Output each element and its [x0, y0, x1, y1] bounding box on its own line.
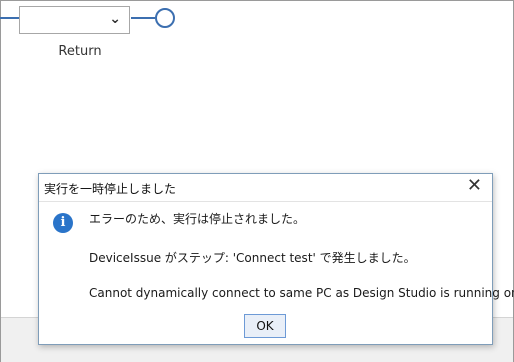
paused-dialog: 実行を一時停止しました ✕ i エラーのため、実行は停止されました。 Devic… — [38, 173, 514, 345]
ok-button[interactable]: OK — [244, 314, 286, 338]
info-icon: i — [53, 213, 73, 233]
close-icon[interactable]: ✕ — [467, 176, 482, 196]
end-node[interactable] — [155, 8, 175, 28]
dialog-title: 実行を一時停止しました — [44, 182, 177, 196]
message-line-2: DeviceIssue がステップ: 'Connect test' で発生しまし… — [89, 251, 416, 265]
connector-line — [0, 17, 19, 19]
chevron-down-icon[interactable]: ⌄ — [109, 11, 121, 27]
message-line-1: エラーのため、実行は停止されました。 — [89, 212, 306, 226]
return-label: Return — [58, 44, 102, 59]
return-dropdown[interactable]: ⌄ — [19, 6, 130, 34]
dialog-titlebar: 実行を一時停止しました ✕ — [39, 174, 492, 202]
connector-line — [131, 17, 155, 19]
message-line-3: Cannot dynamically connect to same PC as… — [89, 286, 514, 300]
